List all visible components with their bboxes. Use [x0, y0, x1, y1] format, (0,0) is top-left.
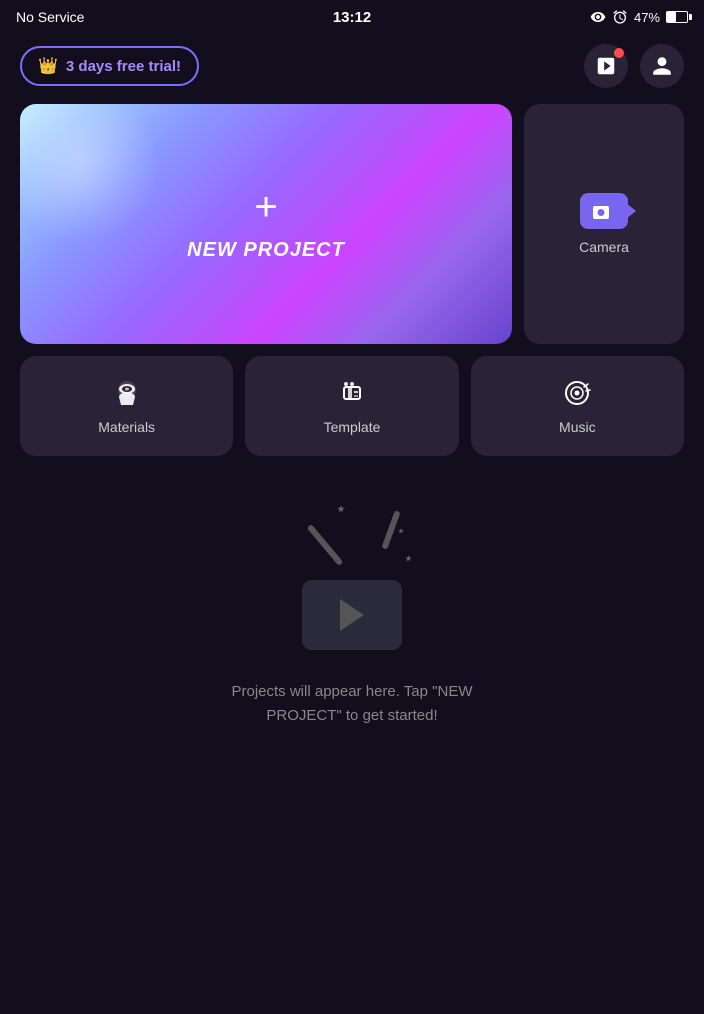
main-grid: + NEW PROJECT Camera [0, 104, 704, 344]
alarm-icon [612, 9, 628, 25]
header: 👑 3 days free trial! [0, 34, 704, 104]
notification-dot [614, 48, 624, 58]
trial-highlight: free [117, 58, 145, 75]
materials-label: Materials [98, 419, 155, 435]
battery-percent: 47% [634, 10, 660, 25]
materials-icon [111, 377, 143, 409]
camera-button[interactable]: Camera [524, 104, 684, 344]
music-button[interactable]: Music [471, 356, 684, 456]
wand-stick-2 [381, 510, 400, 550]
eye-icon [590, 9, 606, 25]
notifications-button[interactable] [584, 44, 628, 88]
empty-illustration [272, 500, 432, 660]
status-bar: No Service 13:12 47% [0, 0, 704, 34]
template-label: Template [324, 419, 381, 435]
crown-icon: 👑 [38, 56, 58, 76]
action-row: Materials Template Music [0, 356, 704, 456]
header-icons [584, 44, 684, 88]
play-triangle [340, 599, 364, 631]
battery-icon [666, 11, 688, 23]
time-text: 13:12 [333, 9, 371, 26]
camera-label: Camera [579, 239, 629, 255]
new-project-button[interactable]: + NEW PROJECT [20, 104, 512, 344]
film-box [302, 580, 402, 650]
carrier-text: No Service [16, 9, 84, 25]
status-indicators: 47% [590, 9, 688, 25]
star-3 [405, 555, 412, 562]
music-label: Music [559, 419, 596, 435]
empty-message: Projects will appear here. Tap "NEW PROJ… [202, 680, 502, 728]
video-play-icon [595, 55, 617, 77]
star-1 [337, 505, 345, 513]
star-2 [398, 528, 404, 534]
music-icon [561, 377, 593, 409]
new-project-label: NEW PROJECT [187, 239, 345, 262]
camera-icon-wrap [580, 193, 628, 229]
camera-icon [592, 202, 616, 220]
profile-button[interactable] [640, 44, 684, 88]
person-icon [651, 55, 673, 77]
trial-badge[interactable]: 👑 3 days free trial! [20, 46, 199, 86]
wand-stick-1 [307, 524, 344, 566]
template-icon [336, 377, 368, 409]
template-button[interactable]: Template [245, 356, 458, 456]
empty-state: Projects will appear here. Tap "NEW PROJ… [0, 480, 704, 748]
trial-text: 3 days free trial! [66, 58, 181, 75]
plus-icon: + [254, 187, 277, 227]
materials-button[interactable]: Materials [20, 356, 233, 456]
